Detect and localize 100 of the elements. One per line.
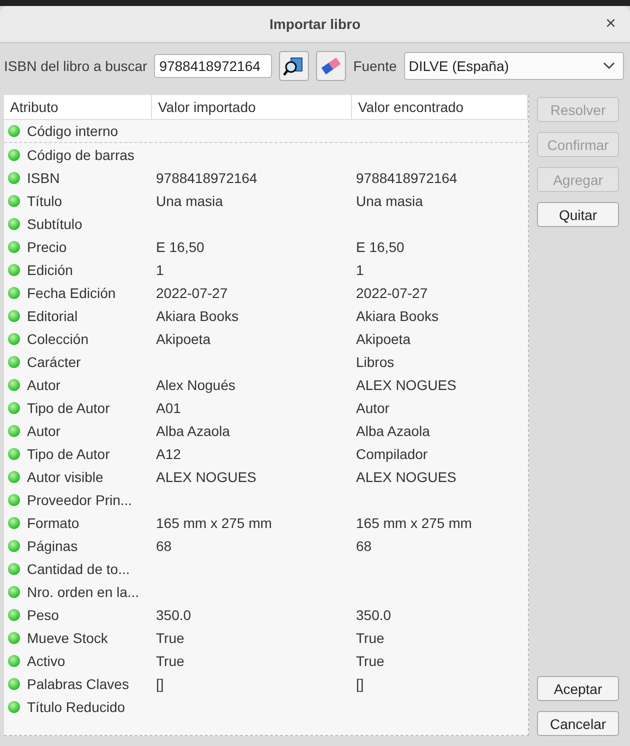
table-cell: True — [156, 630, 184, 646]
table-cell: 350.0 — [356, 606, 392, 622]
search-button[interactable] — [279, 51, 310, 81]
action-button[interactable]: Quitar — [537, 202, 619, 227]
table-cell: 2022-07-27 — [156, 284, 228, 300]
table-cell: Cantidad de to... — [27, 560, 130, 576]
table-cell: Código interno — [27, 123, 118, 139]
table-cell: E 16,50 — [356, 238, 404, 254]
table-cell: ALEX NOGUES — [356, 468, 456, 484]
column-header[interactable]: Atributo — [4, 95, 152, 119]
table-cell: Akiara Books — [356, 308, 438, 324]
table-cell: Páginas — [27, 538, 78, 554]
table-cell: E 16,50 — [156, 238, 204, 254]
table-cell: Proveedor Prin... — [27, 492, 132, 508]
status-dot-icon — [8, 654, 20, 666]
column-header[interactable]: Valor importado — [152, 95, 352, 119]
status-dot-icon — [8, 240, 20, 252]
status-dot-icon — [8, 148, 20, 160]
status-dot-icon — [8, 494, 20, 506]
table-cell: Tipo de Autor — [27, 400, 110, 416]
search-icon — [283, 55, 306, 77]
table-cell: ALEX NOGUES — [156, 468, 256, 484]
status-dot-icon — [8, 540, 20, 552]
table-cell: Una masia — [356, 192, 423, 208]
table-cell: Alba Azaola — [156, 422, 230, 438]
status-dot-icon — [8, 286, 20, 298]
clear-button[interactable] — [316, 51, 346, 81]
table-cell: 165 mm x 275 mm — [156, 514, 272, 530]
table-cell: 9788418972164 — [156, 170, 258, 186]
source-dropdown[interactable]: DILVE (España) — [404, 52, 624, 80]
table-cell: Precio — [27, 238, 67, 254]
table-cell: Autor — [356, 400, 390, 416]
table-cell: Autor — [27, 422, 60, 438]
dialog-button[interactable]: Cancelar — [537, 711, 619, 736]
table-cell: Alex Nogués — [156, 376, 236, 392]
status-dot-icon — [8, 402, 20, 414]
status-dot-icon — [8, 356, 20, 368]
table-cell: 68 — [356, 538, 372, 554]
table-cell: True — [356, 630, 384, 646]
table-cell: Título — [27, 192, 62, 208]
table-cell: Código de barras — [27, 146, 134, 162]
status-dot-icon — [8, 424, 20, 436]
status-dot-icon — [8, 218, 20, 230]
table-cell: Subtítulo — [27, 216, 82, 232]
table-cell: 68 — [156, 538, 172, 554]
table-cell: Compilador — [356, 446, 428, 462]
status-dot-icon — [8, 172, 20, 184]
table-cell: Alba Azaola — [356, 422, 430, 438]
table-cell: A01 — [156, 400, 181, 416]
chevron-down-icon — [603, 62, 615, 70]
table-cell: Mueve Stock — [27, 630, 108, 646]
table-cell: 1 — [156, 262, 164, 278]
status-dot-icon — [8, 310, 20, 322]
table-cell: Carácter — [27, 354, 81, 370]
table-cell: Palabras Claves — [27, 676, 129, 692]
status-dot-icon — [8, 516, 20, 528]
status-dot-icon — [8, 608, 20, 620]
table-cell: 165 mm x 275 mm — [356, 514, 472, 530]
table-cell: Una masia — [156, 192, 223, 208]
table-cell: True — [156, 652, 184, 668]
table-cell: ISBN — [27, 170, 60, 186]
table-cell: Edición — [27, 262, 73, 278]
window-title: Importar libro — [269, 16, 360, 32]
table-cell: Nro. orden en la... — [27, 584, 140, 600]
table-cell: Libros — [356, 354, 394, 370]
source-label: Fuente — [353, 58, 397, 74]
table-cell: [] — [356, 676, 364, 692]
status-dot-icon — [8, 332, 20, 344]
close-button[interactable]: × — [601, 13, 620, 34]
status-dot-icon — [8, 448, 20, 460]
table-cell: A12 — [156, 446, 181, 462]
status-dot-icon — [8, 194, 20, 206]
table-cell: ALEX NOGUES — [356, 376, 456, 392]
table-cell: Fecha Edición — [27, 284, 116, 300]
status-dot-icon — [8, 264, 20, 276]
status-dot-icon — [8, 125, 20, 137]
table-cell: Activo — [27, 652, 66, 668]
table-cell: True — [356, 652, 384, 668]
table-cell: Akipoeta — [156, 330, 210, 346]
table-cell: Akiara Books — [156, 308, 238, 324]
table-cell: Formato — [27, 514, 80, 530]
table-cell: 350.0 — [156, 606, 192, 622]
table-cell: Akipoeta — [356, 330, 410, 346]
table-cell: Peso — [27, 606, 59, 622]
table-cell: Tipo de Autor — [27, 446, 110, 462]
column-header[interactable]: Valor encontrado — [352, 95, 528, 119]
status-dot-icon — [8, 632, 20, 644]
status-dot-icon — [8, 700, 20, 712]
isbn-field[interactable]: 9788418972164 — [154, 54, 272, 78]
table-cell: 2022-07-27 — [356, 284, 428, 300]
status-dot-icon — [8, 470, 20, 482]
isbn-label: ISBN del libro a buscar — [4, 58, 148, 74]
eraser-icon — [320, 55, 342, 77]
status-dot-icon — [8, 562, 20, 574]
status-dot-icon — [8, 678, 20, 690]
table-cell: Autor — [27, 376, 60, 392]
dialog-button[interactable]: Aceptar — [537, 676, 619, 701]
table-cell: Colección — [27, 330, 88, 346]
table-cell: 1 — [356, 262, 364, 278]
table-cell: Título Reducido — [27, 698, 126, 714]
